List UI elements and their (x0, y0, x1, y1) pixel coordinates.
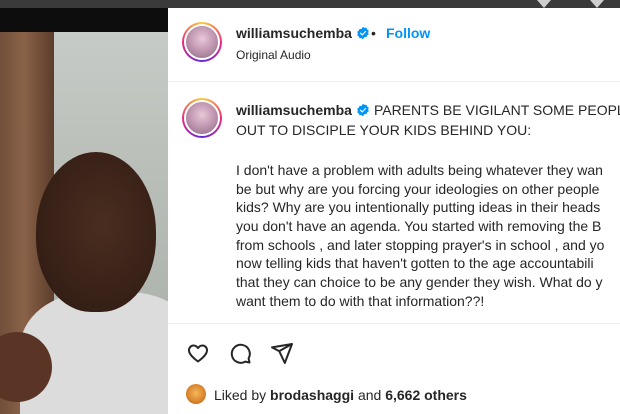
separator-dot: • (371, 25, 376, 41)
caption-body: I don't have a problem with adults being… (236, 161, 620, 311)
likes-connector: and (357, 387, 382, 403)
share-icon[interactable] (270, 341, 294, 365)
caption-body-line: you don't have an agenda. You started wi… (236, 218, 602, 235)
caption-body-line: from schools , and later stopping prayer… (236, 236, 605, 253)
original-audio-link[interactable]: Original Audio (236, 48, 311, 62)
caption-body-line: I don't have a problem with adults being… (236, 162, 603, 178)
likes-count[interactable]: 6,662 others (385, 387, 467, 403)
avatar[interactable] (182, 22, 222, 62)
heart-icon[interactable] (186, 341, 210, 365)
caption-avatar[interactable] (182, 98, 222, 138)
likes-summary: Liked by brodashaggi and 6,662 others (186, 384, 467, 404)
post-panel: williamsuchemba • Follow Original Audio … (168, 8, 620, 414)
caption-body-line: that they can choice to be any gender th… (236, 274, 603, 291)
triangle-icon (590, 0, 604, 8)
video-person-face (36, 152, 156, 312)
comment-icon[interactable] (228, 341, 252, 365)
post-username[interactable]: williamsuchemba (236, 25, 370, 41)
verified-badge-icon (357, 103, 369, 117)
verified-badge-icon (357, 26, 369, 40)
caption-body-line: kids? Why are you intentionally putting … (236, 199, 601, 216)
caption-body-line: now telling kids that haven't gotten to … (236, 255, 594, 272)
reel-video[interactable] (0, 32, 168, 414)
caption-headline: williamsuchemba PARENTS BE VIGILANT SOME … (236, 100, 620, 140)
username-text[interactable]: williamsuchemba (236, 25, 352, 41)
liker-username[interactable]: brodashaggi (270, 387, 354, 403)
follow-button[interactable]: Follow (386, 25, 430, 41)
triangle-icon (537, 0, 551, 8)
liker-avatar[interactable] (186, 384, 206, 404)
window-strip (0, 0, 620, 8)
divider (168, 81, 620, 82)
caption-headline-line2: OUT TO DISCIPLE YOUR KIDS BEHIND YOU: (236, 122, 532, 138)
divider (168, 323, 620, 324)
caption-username[interactable]: williamsuchemba (236, 102, 352, 118)
caption-body-line: be but why are you forcing your ideologi… (236, 180, 600, 197)
likes-prefix: Liked by (214, 387, 267, 403)
caption-body-line: want them to do with that information??! (236, 292, 485, 309)
caption-headline-line1: PARENTS BE VIGILANT SOME PEOPLE A (373, 102, 620, 118)
